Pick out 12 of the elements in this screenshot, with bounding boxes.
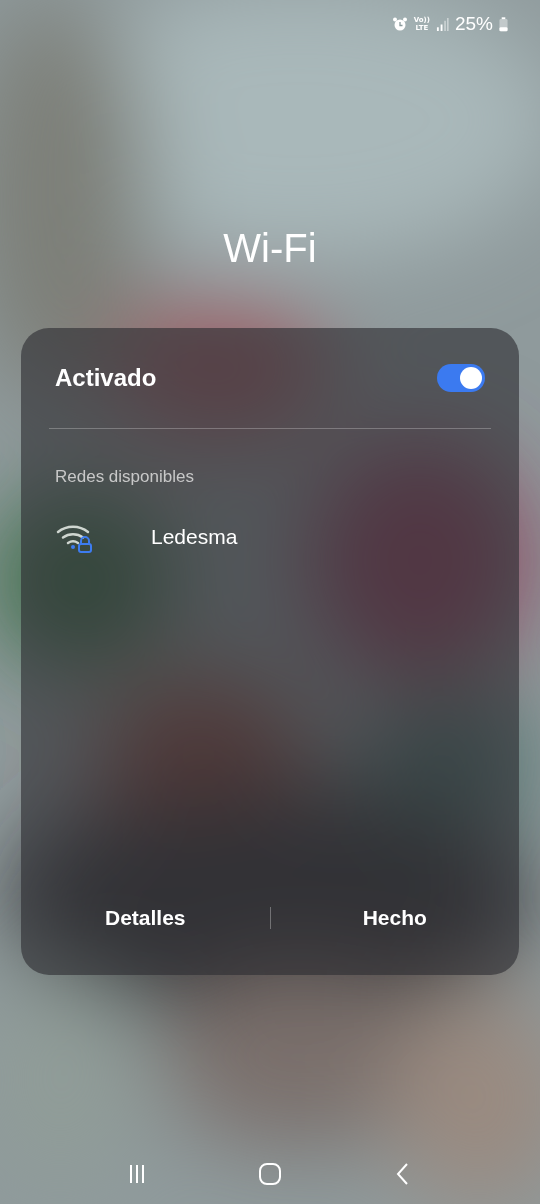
signal-icon (435, 17, 449, 31)
wifi-status-label: Activado (55, 364, 157, 392)
dialog-button[interactable]: Detalles (21, 896, 270, 940)
alarm-icon (391, 16, 408, 32)
wifi-toggle[interactable] (437, 364, 485, 392)
battery-icon (499, 16, 508, 32)
home-icon[interactable] (258, 1162, 282, 1186)
section-label: Redes disponibles (55, 467, 195, 487)
screen-title: Wi-Fi (222, 225, 318, 272)
dialog-button[interactable]: Hecho (270, 896, 519, 940)
network-item[interactable]: Ledesma (55, 517, 485, 557)
battery-percentage: 25% (454, 13, 493, 35)
